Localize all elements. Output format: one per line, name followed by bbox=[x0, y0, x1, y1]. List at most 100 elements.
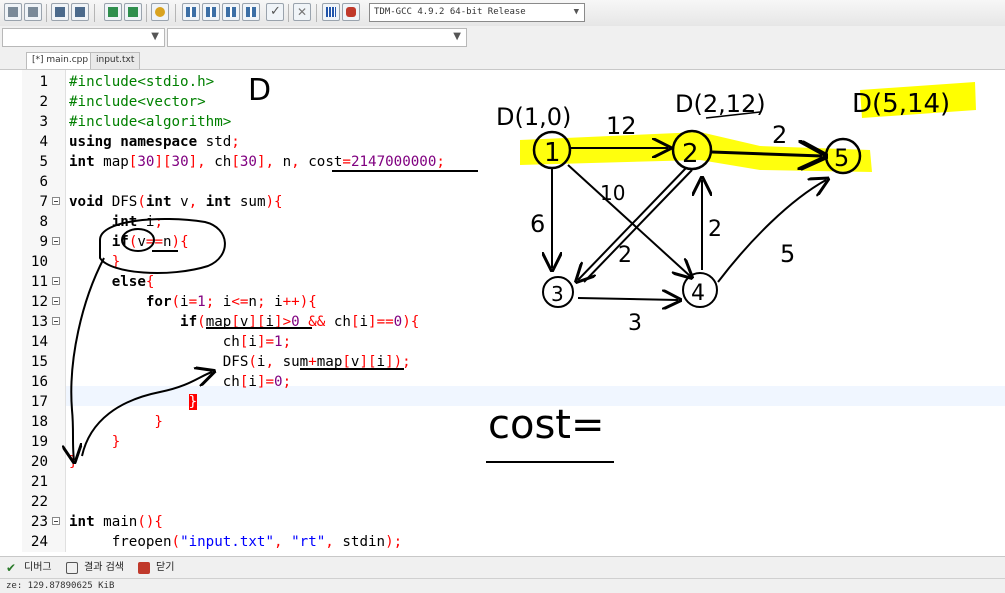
line-number: 10 bbox=[30, 254, 48, 270]
code-token: = bbox=[188, 294, 198, 310]
code-line[interactable]: 7 void DFS(int v, int sum){ bbox=[22, 192, 1005, 212]
code-token: i bbox=[274, 294, 283, 310]
toolbar-separator bbox=[146, 4, 147, 22]
code-token: map bbox=[205, 314, 232, 330]
close-icon[interactable] bbox=[293, 3, 311, 21]
code-token: } bbox=[111, 434, 121, 450]
code-line[interactable]: 8 int i; bbox=[22, 212, 1005, 232]
code-line[interactable]: 19 } bbox=[22, 432, 1005, 452]
code-token: map bbox=[103, 154, 129, 170]
code-token: ++){ bbox=[282, 294, 317, 310]
tab-input-txt[interactable]: input.txt bbox=[90, 52, 141, 69]
code-line[interactable]: 13 if(map[v][i]>0 && ch[i]==0){ bbox=[22, 312, 1005, 332]
fold-toggle-icon[interactable] bbox=[52, 317, 60, 325]
code-token: ){ bbox=[171, 234, 189, 250]
code-token: ; bbox=[282, 374, 292, 390]
code-line[interactable]: 16 ch[i]=0; bbox=[22, 372, 1005, 392]
fold-toggle-icon[interactable] bbox=[52, 517, 60, 525]
fold-toggle-icon[interactable] bbox=[52, 197, 60, 205]
code-token: ], bbox=[256, 154, 283, 170]
compiler-select[interactable]: TDM-GCC 4.9.2 64-bit Release ▼ bbox=[369, 3, 585, 22]
code-line[interactable]: 21 bbox=[22, 472, 1005, 492]
code-token: ch bbox=[222, 374, 240, 390]
layout-grid-icon[interactable] bbox=[182, 3, 200, 21]
line-number: 24 bbox=[30, 534, 48, 550]
tile-icon[interactable] bbox=[242, 3, 260, 21]
code-line[interactable]: 14 ch[i]=1; bbox=[22, 332, 1005, 352]
code-token: + bbox=[308, 354, 317, 370]
class-combo[interactable]: ▼ bbox=[2, 28, 165, 47]
debug-icon[interactable] bbox=[342, 3, 360, 21]
code-token: freopen bbox=[111, 534, 172, 550]
code-token: int bbox=[111, 214, 146, 230]
tab-main-cpp[interactable]: [*] main.cpp bbox=[26, 52, 95, 69]
code-line[interactable]: 24 freopen("input.txt", "rt", stdin); bbox=[22, 532, 1005, 552]
code-line[interactable]: 22 bbox=[22, 492, 1005, 512]
code-token: ]= bbox=[256, 374, 275, 390]
code-token: ], bbox=[188, 154, 215, 170]
code-token: , bbox=[188, 194, 206, 210]
code-line[interactable]: 4 using namespace std; bbox=[22, 132, 1005, 152]
code-line[interactable]: 9 if(v==n){ bbox=[22, 232, 1005, 252]
new-project-icon[interactable] bbox=[4, 3, 22, 21]
code-token: i bbox=[248, 374, 257, 390]
save-icon[interactable] bbox=[51, 3, 69, 21]
goto-icon[interactable] bbox=[104, 3, 122, 21]
toolbar-separator bbox=[316, 4, 317, 22]
code-text: void DFS(int v, int sum){ bbox=[69, 192, 283, 212]
line-number: 4 bbox=[39, 134, 48, 150]
code-editor[interactable]: 1 #include<stdio.h> 2 #include<vector> 3 #inc… bbox=[0, 70, 1005, 552]
open-project-icon[interactable] bbox=[24, 3, 42, 21]
code-text: } bbox=[69, 412, 163, 432]
compiler-select-value: TDM-GCC 4.9.2 64-bit Release bbox=[374, 7, 526, 17]
tab-debug[interactable]: ✔ 디버그 bbox=[6, 560, 52, 576]
code-token: ]= bbox=[256, 334, 275, 350]
code-token: n bbox=[282, 154, 292, 170]
code-token: <= bbox=[231, 294, 249, 310]
bookmark-icon[interactable] bbox=[124, 3, 142, 21]
code-line[interactable]: 17 } bbox=[22, 392, 1005, 412]
code-line[interactable]: 12 for(i=1; i<=n; i++){ bbox=[22, 292, 1005, 312]
check-icon[interactable] bbox=[266, 3, 284, 21]
code-token: using namespace bbox=[69, 134, 206, 150]
member-combo[interactable]: ▼ bbox=[167, 28, 467, 47]
fold-toggle-icon[interactable] bbox=[52, 277, 60, 285]
chart-icon[interactable] bbox=[322, 3, 340, 21]
code-token: sum bbox=[282, 354, 309, 370]
window-icon[interactable] bbox=[202, 3, 220, 21]
toolbar-separator bbox=[288, 4, 289, 22]
code-token: int bbox=[69, 154, 104, 170]
code-line[interactable]: 3 #include<algorithm> bbox=[22, 112, 1005, 132]
status-size: ze: 129.87890625 KiB bbox=[6, 581, 115, 591]
code-token: } bbox=[69, 454, 78, 470]
compile-config-icon[interactable] bbox=[151, 3, 169, 21]
save-all-icon[interactable] bbox=[71, 3, 89, 21]
fold-toggle-icon[interactable] bbox=[52, 297, 60, 305]
code-line[interactable]: 23 int main(){ bbox=[22, 512, 1005, 532]
code-line[interactable]: 1 #include<stdio.h> bbox=[22, 72, 1005, 92]
tab-search-results[interactable]: 결과 검색 bbox=[66, 560, 124, 576]
code-token: , bbox=[291, 154, 309, 170]
code-line[interactable]: 2 #include<vector> bbox=[22, 92, 1005, 112]
code-token: ][ bbox=[154, 154, 172, 170]
code-line[interactable]: 5 int map[30][30], ch[30], n, cost=214700… bbox=[22, 152, 1005, 172]
fold-toggle-icon[interactable] bbox=[52, 237, 60, 245]
code-token: n bbox=[248, 294, 257, 310]
code-line[interactable]: 15 DFS(i, sum+map[v][i]); bbox=[22, 352, 1005, 372]
code-token: if bbox=[111, 234, 129, 250]
code-token: ; bbox=[436, 154, 445, 170]
code-line[interactable]: 10 } bbox=[22, 252, 1005, 272]
tab-close[interactable]: 닫기 bbox=[138, 560, 174, 576]
code-token: ch bbox=[333, 314, 351, 330]
bracket-match: } bbox=[188, 394, 198, 410]
code-line[interactable]: 11 else{ bbox=[22, 272, 1005, 292]
code-line[interactable]: 20} bbox=[22, 452, 1005, 472]
code-line[interactable]: 18 } bbox=[22, 412, 1005, 432]
panel-icon[interactable] bbox=[222, 3, 240, 21]
code-text: #include<stdio.h> bbox=[69, 72, 214, 92]
code-line[interactable]: 6 bbox=[22, 172, 1005, 192]
